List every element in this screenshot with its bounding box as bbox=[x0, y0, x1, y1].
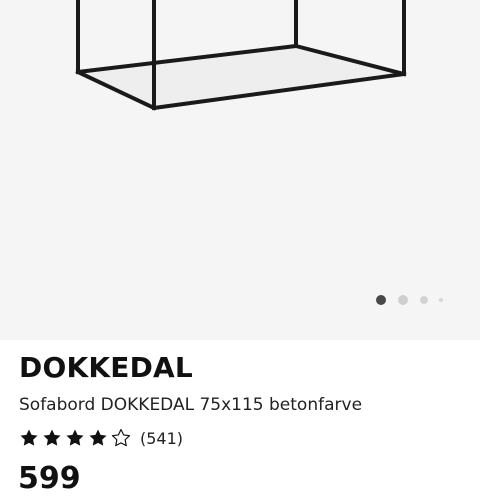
carousel-pagination bbox=[372, 292, 452, 308]
product-brand: DOKKEDAL bbox=[19, 351, 193, 384]
star-filled-icon bbox=[89, 429, 107, 446]
rating-count: (541) bbox=[140, 428, 184, 448]
carousel-dot-active[interactable] bbox=[376, 295, 386, 305]
star-filled-icon bbox=[66, 429, 84, 446]
star-filled-icon bbox=[20, 429, 38, 446]
product-info: DOKKEDAL Sofabord DOKKEDAL 75x115 betonf… bbox=[0, 340, 480, 496]
product-description: Sofabord DOKKEDAL 75x115 betonfarve bbox=[19, 395, 363, 415]
star-empty-icon bbox=[111, 428, 131, 447]
table-shelf bbox=[78, 46, 404, 108]
carousel-dot[interactable] bbox=[420, 296, 428, 304]
carousel-dot[interactable] bbox=[398, 295, 408, 305]
coffee-table-image bbox=[75, 0, 407, 111]
star-filled-icon bbox=[43, 429, 61, 446]
product-price: 599 bbox=[18, 461, 81, 496]
product-image-carousel[interactable] bbox=[0, 0, 480, 340]
product-rating[interactable]: (541) bbox=[19, 427, 183, 449]
carousel-dot[interactable] bbox=[439, 298, 443, 302]
